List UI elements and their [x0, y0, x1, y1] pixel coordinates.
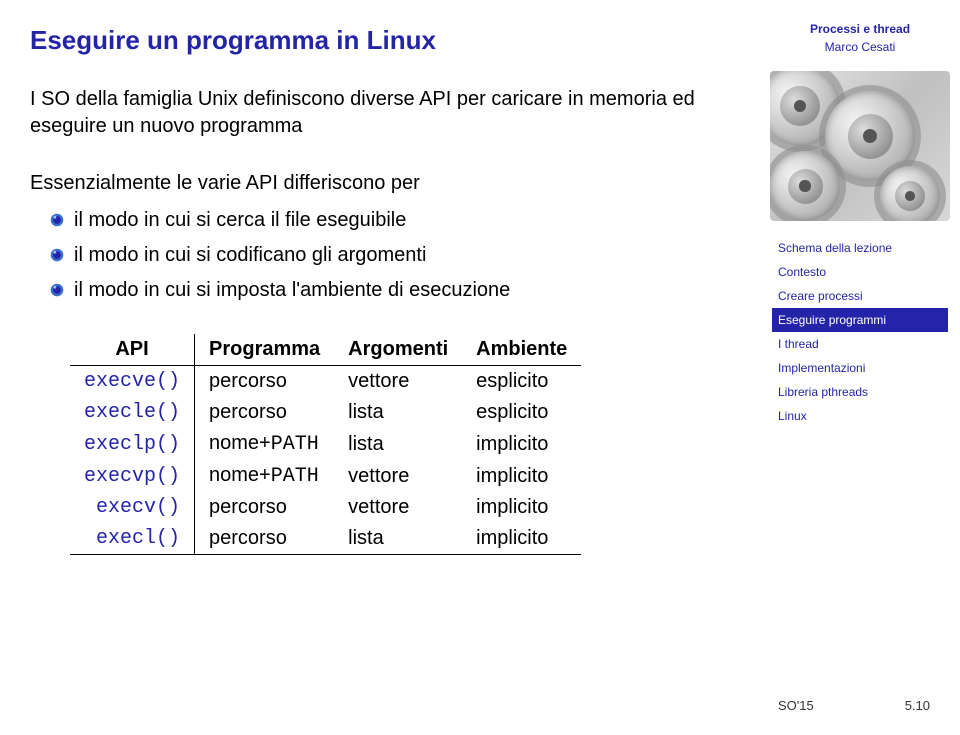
th-argomenti: Argomenti [334, 334, 462, 366]
cell-argomenti: lista [334, 428, 462, 460]
cell-argomenti: lista [334, 523, 462, 555]
bullet-icon [50, 283, 64, 297]
th-programma: Programma [195, 334, 335, 366]
bullet-text: il modo in cui si imposta l'ambiente di … [74, 277, 510, 304]
cell-api: execve() [70, 366, 195, 398]
cell-api: execv() [70, 492, 195, 523]
cell-programma: percorso [195, 523, 335, 555]
sidebar-nav-item[interactable]: Implementazioni [778, 356, 960, 380]
th-ambiente: Ambiente [462, 334, 581, 366]
body-text: I SO della famiglia Unix definiscono div… [30, 86, 740, 555]
sidebar-nav: Schema della lezioneContestoCreare proce… [760, 236, 960, 428]
sidebar-author: Marco Cesati [760, 38, 960, 56]
cell-programma: nome+PATH [195, 428, 335, 460]
sidebar-header: Processi e thread Marco Cesati [760, 20, 960, 56]
gear-icon [880, 166, 940, 221]
cell-api: execlp() [70, 428, 195, 460]
api-table: API Programma Argomenti Ambiente execve(… [70, 334, 740, 555]
slide: Eseguire un programma in Linux I SO dell… [0, 0, 960, 735]
bullet-text: il modo in cui si cerca il file eseguibi… [74, 207, 406, 234]
table-row: execl()percorsolistaimplicito [70, 523, 581, 555]
cell-api: execle() [70, 397, 195, 428]
gear-icon [770, 151, 840, 221]
sidebar-nav-item[interactable]: Contesto [778, 260, 960, 284]
cell-ambiente: implicito [462, 523, 581, 555]
cell-programma: percorso [195, 492, 335, 523]
cell-ambiente: implicito [462, 460, 581, 492]
bullet-item: il modo in cui si codificano gli argomen… [50, 242, 740, 269]
sidebar-title: Processi e thread [760, 20, 960, 38]
bullet-icon [50, 213, 64, 227]
bullet-list: il modo in cui si cerca il file eseguibi… [50, 207, 740, 304]
paragraph-1: I SO della famiglia Unix definiscono div… [30, 86, 740, 140]
bullet-item: il modo in cui si cerca il file eseguibi… [50, 207, 740, 234]
cell-programma: percorso [195, 397, 335, 428]
table-header-row: API Programma Argomenti Ambiente [70, 334, 581, 366]
sidebar-nav-item[interactable]: Schema della lezione [778, 236, 960, 260]
cell-programma: percorso [195, 366, 335, 398]
table-row: execvp()nome+PATHvettoreimplicito [70, 460, 581, 492]
footer-course: SO'15 [778, 698, 814, 713]
main-content: Eseguire un programma in Linux I SO dell… [0, 0, 760, 735]
sidebar-nav-item[interactable]: Creare processi [778, 284, 960, 308]
th-api: API [70, 334, 195, 366]
sidebar: Processi e thread Marco Cesati Schema de… [760, 0, 960, 735]
bullet-item: il modo in cui si imposta l'ambiente di … [50, 277, 740, 304]
cell-argomenti: vettore [334, 492, 462, 523]
sidebar-nav-item[interactable]: Libreria pthreads [778, 380, 960, 404]
bullet-text: il modo in cui si codificano gli argomen… [74, 242, 426, 269]
cell-argomenti: vettore [334, 460, 462, 492]
cell-ambiente: implicito [462, 492, 581, 523]
table-row: execv()percorsovettoreimplicito [70, 492, 581, 523]
table-row: execlp()nome+PATHlistaimplicito [70, 428, 581, 460]
cell-ambiente: esplicito [462, 366, 581, 398]
bullet-icon [50, 248, 64, 262]
sidebar-nav-item[interactable]: Linux [778, 404, 960, 428]
table-row: execve()percorsovettoreesplicito [70, 366, 581, 398]
cell-ambiente: esplicito [462, 397, 581, 428]
cell-argomenti: lista [334, 397, 462, 428]
cell-api: execvp() [70, 460, 195, 492]
table-row: execle()percorsolistaesplicito [70, 397, 581, 428]
sidebar-nav-item[interactable]: I thread [778, 332, 960, 356]
paragraph-2: Essenzialmente le varie API differiscono… [30, 170, 740, 197]
gears-image [770, 71, 950, 221]
cell-api: execl() [70, 523, 195, 555]
cell-ambiente: implicito [462, 428, 581, 460]
footer-page: 5.10 [905, 698, 930, 713]
cell-argomenti: vettore [334, 366, 462, 398]
slide-title: Eseguire un programma in Linux [30, 25, 740, 56]
sidebar-nav-item[interactable]: Eseguire programmi [772, 308, 948, 332]
cell-programma: nome+PATH [195, 460, 335, 492]
